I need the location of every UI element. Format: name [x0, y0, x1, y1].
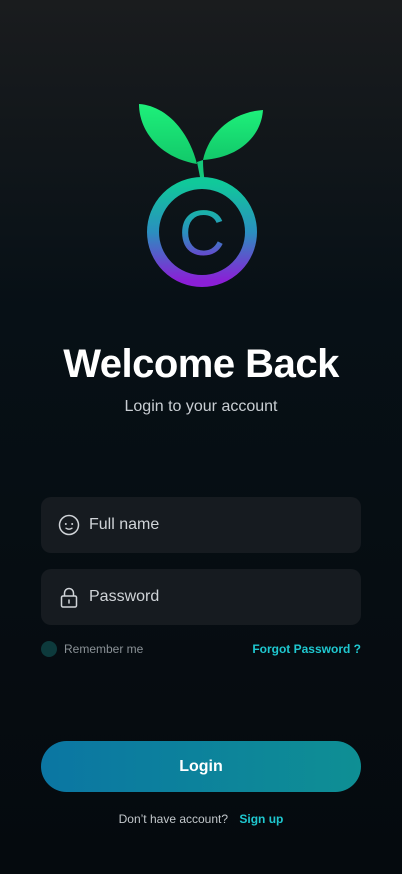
password-input[interactable] [89, 588, 339, 606]
sprout-leaves-icon [139, 104, 263, 182]
signup-row: Don’t have account? Sign up [0, 812, 402, 826]
remember-label: Remember me [64, 642, 144, 656]
svg-text:C: C [179, 197, 225, 269]
face-icon [58, 514, 80, 536]
signup-prompt: Don’t have account? [118, 812, 229, 826]
forgot-password-link[interactable]: Forgot Password ? [252, 642, 361, 656]
remember-checkbox[interactable] [41, 641, 57, 657]
copyright-ring-icon: C [147, 177, 257, 287]
signup-link[interactable]: Sign up [239, 812, 283, 826]
lock-icon [58, 586, 80, 608]
login-button[interactable]: Login [41, 741, 361, 792]
page-title: Welcome Back [63, 342, 339, 386]
app-logo: C [139, 104, 263, 287]
login-options: Remember me Forgot Password ? [41, 640, 361, 658]
fullname-field[interactable] [41, 497, 361, 553]
remember-me[interactable]: Remember me [41, 641, 143, 657]
page-subtitle: Login to your account [124, 398, 278, 415]
fullname-input[interactable] [89, 516, 339, 534]
password-field[interactable] [41, 569, 361, 625]
